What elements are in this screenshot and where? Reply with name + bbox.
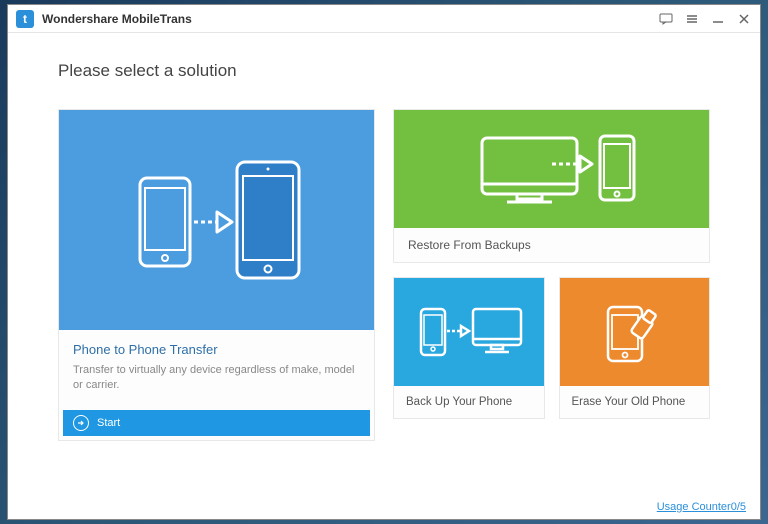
usage-counter-link[interactable]: Usage Counter0/5 xyxy=(657,501,746,513)
phone-to-phone-icon xyxy=(59,110,374,330)
app-logo-icon: t xyxy=(16,10,34,28)
start-arrow-icon xyxy=(73,415,89,431)
solution-grid: Phone to Phone Transfer Transfer to virt… xyxy=(58,109,710,441)
card-backup-phone[interactable]: Back Up Your Phone xyxy=(393,277,545,419)
card-description: Transfer to virtually any device regardl… xyxy=(73,363,360,394)
menu-icon[interactable] xyxy=(684,11,700,27)
restore-backups-icon xyxy=(394,110,709,228)
close-icon[interactable] xyxy=(736,11,752,27)
card-title: Restore From Backups xyxy=(394,228,709,262)
minimize-icon[interactable] xyxy=(710,11,726,27)
backup-phone-icon xyxy=(394,278,544,386)
page-heading: Please select a solution xyxy=(58,61,710,81)
start-label: Start xyxy=(97,417,120,429)
content-area: Please select a solution xyxy=(8,33,760,519)
card-title: Phone to Phone Transfer xyxy=(73,342,360,357)
card-title: Erase Your Old Phone xyxy=(560,386,710,418)
feedback-icon[interactable] xyxy=(658,11,674,27)
titlebar-controls xyxy=(658,11,752,27)
card-phone-to-phone[interactable]: Phone to Phone Transfer Transfer to virt… xyxy=(58,109,375,441)
app-title: Wondershare MobileTrans xyxy=(42,12,658,26)
card-restore-backups[interactable]: Restore From Backups xyxy=(393,109,710,263)
erase-phone-icon xyxy=(560,278,710,386)
titlebar: t Wondershare MobileTrans xyxy=(8,5,760,33)
card-title: Back Up Your Phone xyxy=(394,386,544,418)
card-erase-phone[interactable]: Erase Your Old Phone xyxy=(559,277,711,419)
start-button[interactable]: Start xyxy=(63,410,370,436)
app-window: t Wondershare MobileTrans Please select … xyxy=(7,4,761,520)
